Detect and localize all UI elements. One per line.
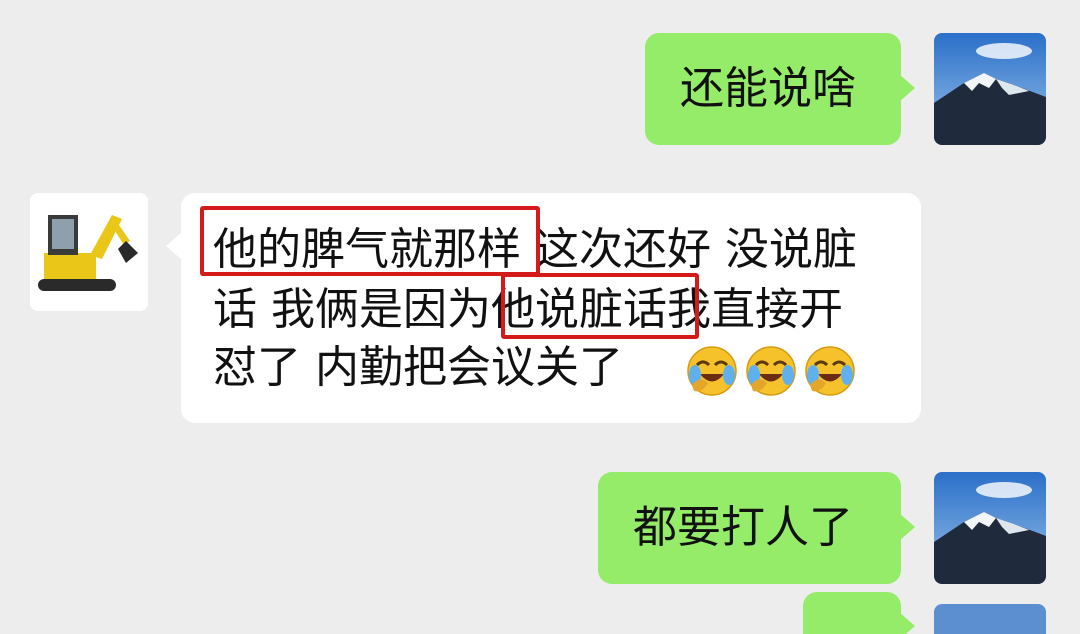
mountain-avatar-icon	[934, 33, 1046, 145]
user-avatar-partial[interactable]	[934, 604, 1046, 634]
crying-laughing-emoji-icon	[805, 346, 855, 396]
bubble-tail	[899, 612, 915, 634]
chat-view: 还能说啥 他的脾气就那样 这次还好 没说脏 话 我俩是因为他说脏话我直接开 怼了…	[0, 0, 1080, 634]
bubble-tail	[166, 232, 182, 260]
sent-message-bubble[interactable]: 都要打人了	[598, 472, 901, 584]
red-highlight-box	[200, 206, 540, 276]
crying-laughing-emoji-icon	[746, 346, 796, 396]
excavator-icon	[30, 193, 148, 311]
crying-laughing-emoji-icon	[687, 346, 737, 396]
bubble-tail	[899, 74, 915, 102]
message-text: 还能说啥	[680, 63, 856, 114]
sent-message-bubble[interactable]: 还能说啥	[645, 33, 901, 145]
mountain-avatar-icon	[934, 472, 1046, 584]
message-line: 怼了 内勤把会议关了	[213, 342, 623, 393]
contact-avatar[interactable]	[30, 193, 148, 311]
red-highlight-box	[501, 273, 699, 339]
received-message-bubble[interactable]: 他的脾气就那样 这次还好 没说脏 话 我俩是因为他说脏话我直接开 怼了 内勤把会…	[181, 193, 921, 423]
user-avatar[interactable]	[934, 472, 1046, 584]
bubble-tail	[899, 513, 915, 541]
user-avatar[interactable]	[934, 33, 1046, 145]
message-text: 都要打人了	[633, 502, 853, 553]
mountain-avatar-icon	[934, 604, 1046, 634]
sent-message-bubble-partial[interactable]	[803, 592, 901, 634]
